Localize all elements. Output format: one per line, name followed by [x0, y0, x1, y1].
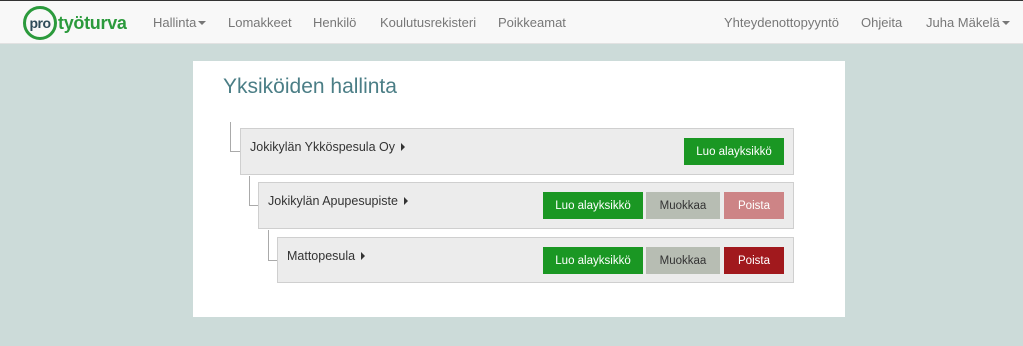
nav-item-henkilo[interactable]: Henkilö: [313, 15, 356, 30]
nav-item-yhteydenottopyynto[interactable]: Yhteydenottopyyntö: [724, 15, 839, 30]
nav-label: Juha Mäkelä: [926, 15, 1000, 30]
create-subunit-button[interactable]: Luo alayksikkö: [543, 247, 643, 274]
caret-down-icon: [198, 20, 207, 25]
delete-button[interactable]: Poista: [724, 247, 784, 274]
unit-name-label: Jokikylän Apupesupiste: [268, 194, 398, 208]
tree-connector: [268, 230, 277, 261]
edit-button[interactable]: Muokkaa: [646, 247, 720, 274]
nav-label: Hallinta: [153, 15, 197, 30]
create-subunit-button[interactable]: Luo alayksikkö: [543, 192, 643, 219]
unit-name-label: Mattopesula: [287, 249, 356, 263]
nav-label: Koulutusrekisteri: [380, 15, 477, 30]
brand-logo[interactable]: pro työturva: [23, 5, 127, 41]
nav-item-koulutusrekisteri[interactable]: Koulutusrekisteri: [380, 15, 476, 30]
unit-row-mattopesula: Mattopesula Luo alayksikkö Muokkaa Poist…: [277, 237, 794, 283]
unit-name-label: Jokikylän Ykköspesula Oy: [250, 140, 395, 154]
nav-label: Yhteydenottopyyntö: [724, 15, 839, 30]
caret-down-icon: [1001, 20, 1010, 25]
unit-row-jokikylan-apupesupiste: Jokikylän Apupesupiste Luo alayksikkö Mu…: [258, 182, 794, 229]
top-navbar: pro työturva Hallinta Lomakkeet Henkilö …: [0, 0, 1023, 44]
nav-item-poikkeamat[interactable]: Poikkeamat: [498, 15, 566, 30]
edit-button[interactable]: Muokkaa: [646, 192, 720, 219]
nav-label: Poikkeamat: [498, 15, 566, 30]
caret-right-icon: [400, 142, 405, 151]
nav-label: Lomakkeet: [228, 15, 292, 30]
logo-prefix: pro: [29, 15, 51, 31]
unit-name-link[interactable]: Jokikylän Apupesupiste: [268, 194, 408, 208]
unit-row-jokikylan-ykkospesula: Jokikylän Ykköspesula Oy Luo alayksikkö: [240, 128, 794, 175]
unit-name-link[interactable]: Jokikylän Ykköspesula Oy: [250, 140, 405, 154]
logo-ring: pro: [23, 6, 57, 40]
nav-item-lomakkeet[interactable]: Lomakkeet: [228, 15, 292, 30]
nav-label: Henkilö: [313, 15, 357, 30]
nav-item-ohjeita[interactable]: Ohjeita: [861, 15, 902, 30]
nav-item-user-menu[interactable]: Juha Mäkelä: [926, 15, 1010, 30]
delete-button-disabled: Poista: [724, 192, 784, 219]
page-title: Yksiköiden hallinta: [223, 75, 397, 98]
caret-right-icon: [361, 251, 366, 260]
caret-right-icon: [403, 196, 408, 205]
tree-connector: [230, 122, 240, 152]
logo-name: työturva: [58, 12, 127, 33]
nav-label: Ohjeita: [861, 15, 903, 30]
create-subunit-button[interactable]: Luo alayksikkö: [684, 138, 784, 165]
main-panel: Yksiköiden hallinta Jokikylän Ykköspesul…: [193, 61, 845, 317]
unit-name-link[interactable]: Mattopesula: [287, 249, 366, 263]
nav-item-hallinta[interactable]: Hallinta: [153, 15, 207, 30]
